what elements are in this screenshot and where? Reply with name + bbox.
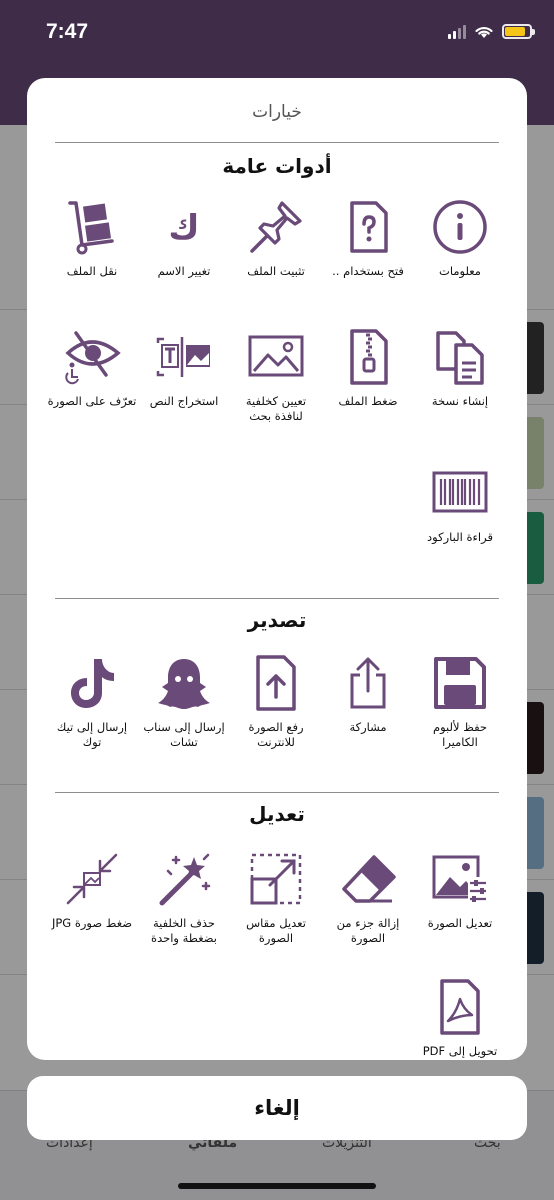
- tool-info[interactable]: معلومات: [415, 196, 505, 279]
- tool-remove-background[interactable]: حذف الخلفية بضغطة واحدة: [139, 848, 229, 946]
- section-title-export: تصدير: [247, 608, 307, 632]
- tool-duplicate[interactable]: إنشاء نسخة: [415, 326, 505, 409]
- tool-open-with[interactable]: فتح بستخدام ..: [323, 196, 413, 279]
- edit-image-icon: [429, 848, 491, 910]
- tool-label: تحويل إلى PDF: [422, 1044, 498, 1058]
- tool-image-recognition[interactable]: تعرّف على الصورة: [47, 326, 137, 409]
- options-sheet: خيارات أدوات عامة معلومات فتح بستخدام ..…: [27, 78, 527, 1060]
- tool-extract-text[interactable]: استخراج النص: [139, 326, 229, 409]
- svg-text:ك: ك: [168, 208, 199, 248]
- wifi-icon: [475, 26, 493, 38]
- divider: [55, 142, 499, 143]
- status-time: 7:47: [46, 20, 89, 43]
- tool-label: معلومات: [439, 264, 481, 278]
- move-file-icon: [61, 196, 123, 258]
- compress-image-icon: [61, 848, 123, 910]
- resize-icon: [245, 848, 307, 910]
- tool-label: إرسال إلى سناب تشات: [143, 720, 225, 749]
- tool-label: تعيين كخلفية لنافذة بحث: [245, 394, 307, 423]
- section-title-general-tools: أدوات عامة: [222, 154, 332, 178]
- tool-share[interactable]: مشاركة: [323, 652, 413, 735]
- image-recognition-icon: [61, 326, 123, 388]
- tool-label: تعديل الصورة: [427, 916, 493, 930]
- tool-move-file[interactable]: نقل الملف: [47, 196, 137, 279]
- tool-erase-part[interactable]: إزالة جزء من الصورة: [323, 848, 413, 946]
- tool-label: تعرّف على الصورة: [47, 394, 137, 408]
- open-with-icon: [337, 196, 399, 258]
- cellular-signal-icon: [448, 24, 466, 39]
- tool-save-to-camera-roll[interactable]: حفظ لألبوم الكاميرا: [415, 652, 505, 750]
- tool-upload-image[interactable]: رفع الصورة للانترنت: [231, 652, 321, 750]
- zip-icon: [337, 326, 399, 388]
- tool-edit-image[interactable]: تعديل الصورة: [415, 848, 505, 931]
- tiktok-icon: [61, 652, 123, 714]
- rename-icon: ك: [153, 196, 215, 258]
- tool-convert-pdf[interactable]: تحويل إلى PDF: [415, 976, 505, 1059]
- upload-icon: [245, 652, 307, 714]
- save-icon: [429, 652, 491, 714]
- home-indicator: [178, 1183, 376, 1189]
- tool-pin-file[interactable]: تثبيت الملف: [231, 196, 321, 279]
- tool-label: نقل الملف: [66, 264, 118, 278]
- tool-read-barcode[interactable]: قراءة الباركود: [415, 462, 505, 545]
- snapchat-icon: [153, 652, 215, 714]
- tool-label: حذف الخلفية بضغطة واحدة: [151, 916, 217, 945]
- info-icon: [429, 196, 491, 258]
- tool-label: إزالة جزء من الصورة: [336, 916, 400, 945]
- tool-send-snapchat[interactable]: إرسال إلى سناب تشات: [139, 652, 229, 750]
- status-icons: [448, 24, 535, 39]
- tool-label: تعديل مقاس الصورة: [246, 916, 306, 945]
- eraser-icon: [337, 848, 399, 910]
- tool-send-tiktok[interactable]: إرسال إلى تيك توك: [47, 652, 137, 750]
- tool-zip-file[interactable]: ضغط الملف: [323, 326, 413, 409]
- tool-label: ضغط الملف: [338, 394, 398, 408]
- cancel-button[interactable]: إلغاء: [27, 1076, 527, 1140]
- tool-resize-image[interactable]: تعديل مقاس الصورة: [231, 848, 321, 946]
- tool-label: إرسال إلى تيك توك: [56, 720, 128, 749]
- tool-label: حفظ لألبوم الكاميرا: [432, 720, 488, 749]
- tool-compress-jpg[interactable]: ضغط صورة JPG: [47, 848, 137, 931]
- tool-label: تغيير الاسم: [157, 264, 211, 278]
- tool-label: استخراج النص: [149, 394, 219, 408]
- battery-icon: [502, 24, 535, 39]
- divider: [55, 598, 499, 599]
- tool-label: قراءة الباركود: [427, 530, 493, 544]
- share-icon: [337, 652, 399, 714]
- barcode-icon: [429, 462, 491, 524]
- pdf-icon: [429, 976, 491, 1038]
- tool-set-wallpaper[interactable]: تعيين كخلفية لنافذة بحث: [231, 326, 321, 424]
- tool-label: تثبيت الملف: [247, 264, 305, 278]
- tool-label: إنشاء نسخة: [431, 394, 489, 408]
- section-title-edit: تعديل: [249, 802, 305, 826]
- sheet-title: خيارات: [252, 102, 302, 122]
- extract-text-icon: [153, 326, 215, 388]
- tool-label: ضغط صورة JPG: [51, 916, 133, 930]
- divider: [55, 792, 499, 793]
- duplicate-icon: [429, 326, 491, 388]
- pin-icon: [245, 196, 307, 258]
- tool-label: رفع الصورة للانترنت: [248, 720, 304, 749]
- magic-wand-icon: [153, 848, 215, 910]
- tool-label: مشاركة: [349, 720, 387, 734]
- tool-rename[interactable]: ك تغيير الاسم: [139, 196, 229, 279]
- wallpaper-icon: [245, 326, 307, 388]
- tool-label: فتح بستخدام ..: [332, 264, 404, 278]
